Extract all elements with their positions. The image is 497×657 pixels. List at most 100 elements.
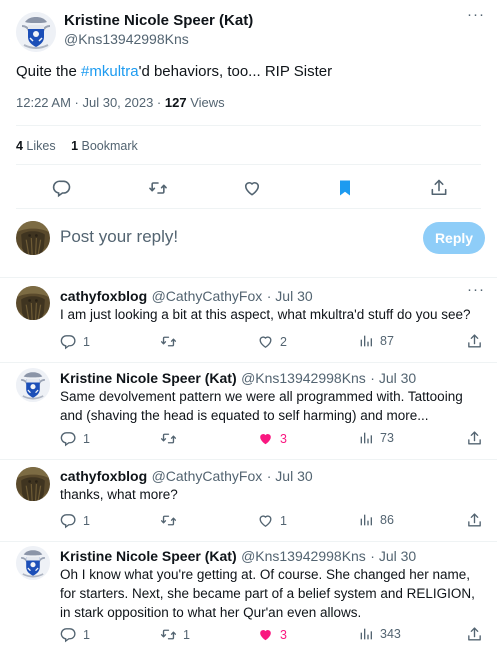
views-button[interactable]: 87 [358, 333, 394, 349]
like-button[interactable]: 2 [257, 333, 287, 350]
user-avatar[interactable] [16, 221, 50, 255]
reply-author-name[interactable]: Kristine Nicole Speer (Kat) [60, 370, 237, 386]
divider [16, 125, 481, 126]
views-icon [358, 626, 374, 642]
bookmarks-count: 1 [71, 139, 79, 153]
views-count: 127 [164, 95, 187, 110]
reply-icon [60, 626, 77, 643]
reply-button[interactable] [52, 178, 72, 198]
views-button[interactable]: 86 [358, 512, 394, 528]
reply-author-name[interactable]: Kristine Nicole Speer (Kat) [60, 548, 237, 564]
reply-count: 1 [83, 334, 90, 349]
reply-author-name[interactable]: cathyfoxblog [60, 288, 147, 304]
bookmark-button[interactable] [335, 178, 355, 198]
views-count: 73 [380, 431, 394, 445]
reply-text: thanks, what more? [60, 487, 178, 502]
reply-date[interactable]: · Jul 30 [267, 468, 313, 484]
views-button[interactable]: 343 [358, 626, 401, 642]
like-count: 3 [280, 627, 287, 642]
bookmarks-label: Bookmark [78, 139, 138, 153]
reply-avatar[interactable] [16, 467, 50, 501]
reply-avatar[interactable] [16, 286, 50, 320]
author-name[interactable]: Kristine Nicole Speer (Kat) [64, 12, 253, 29]
author-handle[interactable]: @Kns13942998Kns [64, 31, 189, 47]
hashtag-link[interactable]: #mkultra [81, 63, 139, 80]
share-button[interactable] [466, 333, 483, 350]
reply-submit-button[interactable]: Reply [423, 222, 485, 254]
views-count: 87 [380, 334, 394, 348]
reply-author-handle[interactable]: @CathyCathyFox [152, 288, 263, 304]
reply-text: Same devolvement pattern we were all pro… [60, 389, 463, 423]
brown-avatar-icon [16, 221, 50, 255]
reply-button[interactable]: 1 [60, 512, 90, 529]
tweet-text: Quite the #mkultra'd behaviors, too... R… [16, 63, 332, 80]
views-count: 86 [380, 513, 394, 527]
reply-header: Kristine Nicole Speer (Kat) @Kns13942998… [60, 370, 416, 388]
repost-button[interactable] [148, 178, 168, 198]
reply-button[interactable]: 1 [60, 626, 90, 643]
views-icon [358, 430, 374, 446]
share-icon [466, 430, 483, 447]
likes-count: 4 [16, 139, 23, 153]
divider [0, 277, 497, 278]
bookmarks-stat[interactable]: 1 Bookmark [71, 139, 138, 153]
reply-date[interactable]: · Jul 30 [370, 548, 416, 564]
heart-icon [257, 626, 274, 643]
tweet-text-suffix: 'd behaviors, too... RIP Sister [138, 63, 333, 80]
divider [0, 541, 497, 542]
share-button[interactable] [466, 430, 483, 447]
like-button[interactable] [242, 178, 262, 198]
more-icon[interactable]: ··· [467, 281, 485, 298]
divider [0, 459, 497, 460]
reply-date[interactable]: · Jul 30 [370, 370, 416, 386]
reply-avatar[interactable] [16, 368, 50, 402]
like-button[interactable]: 1 [257, 512, 287, 529]
like-count: 1 [280, 513, 287, 528]
views-icon [358, 512, 374, 528]
divider [16, 208, 481, 209]
share-icon [466, 333, 483, 350]
likes-stat[interactable]: 4 Likes [16, 139, 56, 153]
like-button[interactable]: 3 [257, 430, 287, 447]
crest-avatar-icon [16, 12, 56, 52]
like-count: 3 [280, 431, 287, 446]
reply-header: cathyfoxblog @CathyCathyFox · Jul 30 [60, 288, 313, 306]
author-avatar[interactable] [16, 12, 56, 52]
share-button[interactable] [466, 626, 483, 643]
views-button[interactable]: 73 [358, 430, 394, 446]
share-button[interactable] [429, 178, 449, 198]
brown-avatar-icon [16, 286, 50, 320]
views-count: 343 [380, 627, 401, 641]
repost-count: 1 [183, 627, 190, 642]
reply-button[interactable]: 1 [60, 333, 90, 350]
repost-button[interactable] [160, 430, 183, 447]
tweet-time[interactable]: 12:22 AM · Jul 30, 2023 · [16, 95, 165, 110]
tweet-meta: 12:22 AM · Jul 30, 2023 · 127 Views [16, 95, 225, 110]
crest-avatar-icon [16, 546, 50, 580]
reply-count: 1 [83, 627, 90, 642]
crest-avatar-icon [16, 368, 50, 402]
share-icon [466, 626, 483, 643]
reply-input[interactable]: Post your reply! [60, 227, 178, 247]
reply-date[interactable]: · Jul 30 [267, 288, 313, 304]
share-button[interactable] [466, 512, 483, 529]
reply-author-handle[interactable]: @Kns13942998Kns [241, 548, 366, 564]
reply-text: I am just looking a bit at this aspect, … [60, 307, 471, 322]
tweet-text-prefix: Quite the [16, 63, 82, 80]
like-button[interactable]: 3 [257, 626, 287, 643]
reply-header: cathyfoxblog @CathyCathyFox · Jul 30 [60, 468, 313, 486]
divider [16, 164, 481, 165]
reply-button[interactable]: 1 [60, 430, 90, 447]
heart-icon [257, 512, 274, 529]
reply-author-name[interactable]: cathyfoxblog [60, 468, 147, 484]
reply-author-handle[interactable]: @CathyCathyFox [152, 468, 263, 484]
repost-button[interactable]: 1 [160, 626, 190, 643]
reply-author-handle[interactable]: @Kns13942998Kns [241, 370, 366, 386]
repost-button[interactable] [160, 333, 183, 350]
brown-avatar-icon [16, 467, 50, 501]
repost-icon [160, 333, 177, 350]
more-icon[interactable]: ··· [467, 6, 485, 23]
reply-avatar[interactable] [16, 546, 50, 580]
repost-button[interactable] [160, 512, 183, 529]
tweet-stats: 4 Likes 1 Bookmark [16, 139, 138, 153]
